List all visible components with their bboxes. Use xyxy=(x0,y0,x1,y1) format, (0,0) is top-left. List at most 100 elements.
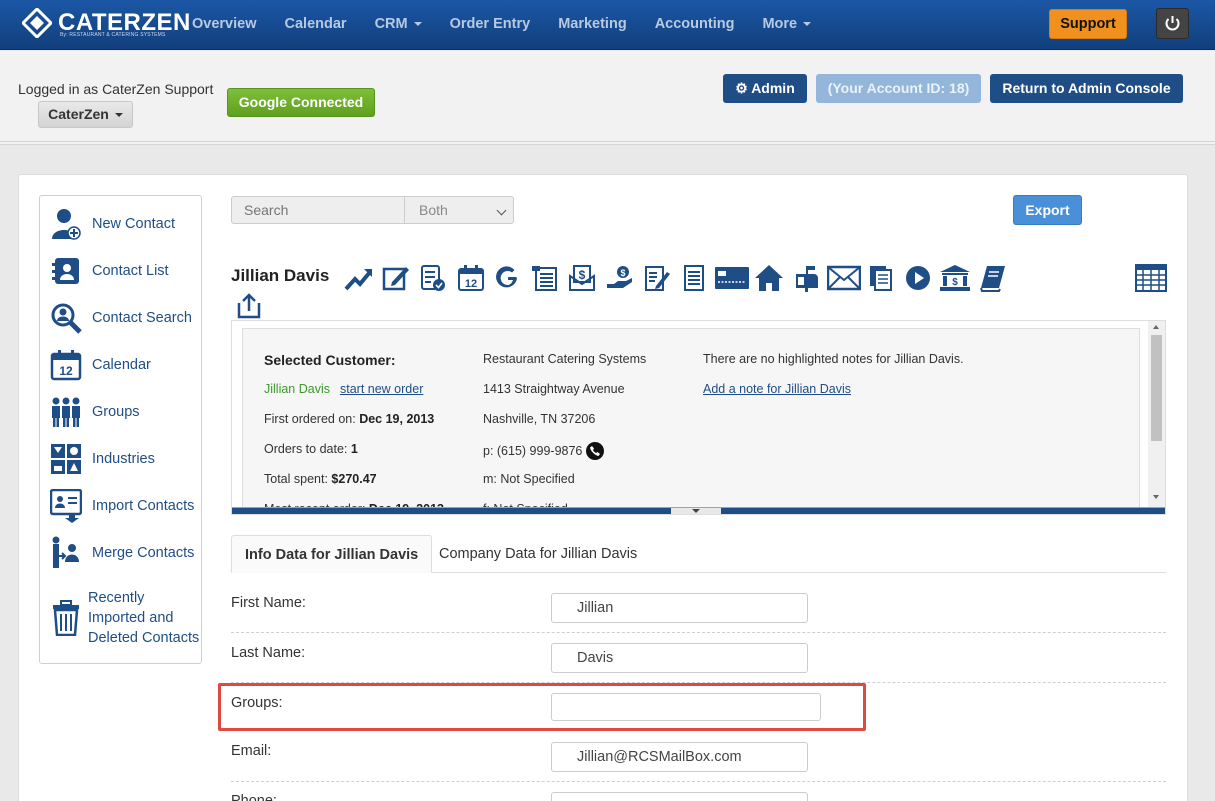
merge-icon xyxy=(50,536,82,570)
search-input[interactable] xyxy=(231,196,405,224)
nav-more[interactable]: More xyxy=(748,16,825,32)
svg-text:$: $ xyxy=(579,268,586,282)
checklist-icon[interactable] xyxy=(415,262,452,294)
email-field[interactable] xyxy=(551,742,808,772)
edit-icon[interactable] xyxy=(377,262,414,294)
trend-chart-icon[interactable] xyxy=(340,262,377,294)
sidebar-item-new-contact[interactable]: New Contact xyxy=(50,207,175,241)
sidebar-item-label: Calendar xyxy=(92,357,151,373)
admin-button[interactable]: ⚙ Admin xyxy=(723,74,807,103)
sidebar-item-contact-list[interactable]: Contact List xyxy=(50,254,169,288)
total-spent: Total spent: $270.47 xyxy=(264,472,377,486)
document-icon[interactable] xyxy=(676,262,713,294)
last-name-field[interactable] xyxy=(551,643,808,673)
company-name: Restaurant Catering Systems xyxy=(483,352,647,366)
search-scope-value: Both xyxy=(419,202,448,218)
expand-toggle[interactable] xyxy=(671,508,721,514)
start-new-order-link[interactable]: start new order xyxy=(340,382,423,396)
brand-name: CATERZEN xyxy=(58,9,191,36)
notes-edit-icon[interactable] xyxy=(638,262,675,294)
phone-call-icon[interactable] xyxy=(586,442,605,460)
dollar-envelope-icon[interactable]: $ xyxy=(564,262,601,294)
nav-crm[interactable]: CRM xyxy=(361,16,436,32)
nav-calendar[interactable]: Calendar xyxy=(271,16,361,32)
sidebar-item-label: Industries xyxy=(92,451,155,467)
envelope-icon[interactable] xyxy=(825,262,862,294)
sidebar-item-recently-imported-deleted[interactable]: Recently Imported and Deleted Contacts xyxy=(50,588,200,648)
export-button[interactable]: Export xyxy=(1013,195,1082,225)
sidebar-item-groups[interactable]: Groups xyxy=(50,395,140,429)
sidebar-item-label: Contact Search xyxy=(92,310,192,326)
last-name-label: Last Name: xyxy=(231,645,306,661)
nav-accounting[interactable]: Accounting xyxy=(641,16,749,32)
support-button[interactable]: Support xyxy=(1049,9,1127,39)
add-note-link[interactable]: Add a note for Jillian Davis xyxy=(703,382,851,396)
scrollbar-thumb[interactable] xyxy=(1151,335,1162,441)
gear-icon: ⚙ xyxy=(735,80,748,96)
customer-name-link[interactable]: Jillian Davis xyxy=(264,382,330,396)
groups-highlight-box xyxy=(218,683,866,731)
mobile-number: m: Not Specified xyxy=(483,472,575,486)
phone-row-form: Phone: xyxy=(231,782,1166,801)
person-search-icon xyxy=(50,301,82,335)
google-icon[interactable] xyxy=(489,262,526,294)
chevron-down-icon xyxy=(114,113,123,118)
svg-text:$: $ xyxy=(953,277,959,288)
contact-card-icon xyxy=(50,254,82,288)
logo-diamond-icon xyxy=(20,6,54,40)
highlighted-notes-text: There are no highlighted notes for Jilli… xyxy=(703,352,964,366)
customer-tabs: Info Data for Jillian Davis Company Data… xyxy=(231,535,1166,573)
sidebar-item-merge-contacts[interactable]: Merge Contacts xyxy=(50,536,194,570)
book-icon[interactable] xyxy=(974,262,1011,294)
account-dropdown-label: CaterZen xyxy=(48,106,109,122)
selected-customer-label: Selected Customer: xyxy=(264,352,396,368)
info-scrollbar[interactable] xyxy=(1148,321,1165,507)
google-connected-button[interactable]: Google Connected xyxy=(227,88,375,117)
caterzen-logo[interactable]: CATERZEN By: RESTAURANT & CATERING SYSTE… xyxy=(20,6,191,40)
account-dropdown-button[interactable]: CaterZen xyxy=(38,101,133,128)
first-name-field[interactable] xyxy=(551,593,808,623)
return-admin-console-button[interactable]: Return to Admin Console xyxy=(990,74,1183,103)
first-ordered-label: First ordered on: xyxy=(264,412,356,426)
sidebar-item-industries[interactable]: Industries xyxy=(50,442,155,476)
spreadsheet-icon[interactable] xyxy=(1135,264,1167,292)
home-icon[interactable] xyxy=(750,262,787,294)
sidebar-item-label: Import Contacts xyxy=(92,498,195,514)
scroll-up-arrow-icon[interactable] xyxy=(1153,325,1159,329)
address-line-1: 1413 Straightway Avenue xyxy=(483,382,625,396)
credit-card-icon[interactable] xyxy=(713,262,750,294)
sidebar-item-contact-search[interactable]: Contact Search xyxy=(50,301,192,335)
nav-marketing[interactable]: Marketing xyxy=(544,16,641,32)
bank-icon[interactable]: $ xyxy=(937,262,974,294)
search-scope-select[interactable]: Both xyxy=(404,196,514,224)
admin-label: Admin xyxy=(751,80,795,96)
industries-icon xyxy=(50,442,82,476)
nav-order-entry[interactable]: Order Entry xyxy=(436,16,545,32)
calendar-icon: 12 xyxy=(50,348,82,382)
nav-more-label: More xyxy=(762,16,798,32)
payment-hand-icon[interactable]: $ xyxy=(601,262,638,294)
customer-info-inner: Selected Customer: Jillian Davis start n… xyxy=(242,328,1140,514)
share-icon[interactable] xyxy=(235,291,263,319)
power-button[interactable] xyxy=(1156,8,1189,39)
nav-overview[interactable]: Overview xyxy=(178,16,271,32)
calendar-icon[interactable]: 12 xyxy=(452,262,489,294)
phone-number: p: (615) 999-9876 xyxy=(483,444,583,458)
invoice-list-icon[interactable] xyxy=(526,262,563,294)
orders-to-date: Orders to date: 1 xyxy=(264,442,358,456)
orders-label: Orders to date: xyxy=(264,442,348,456)
scroll-down-arrow-icon[interactable] xyxy=(1153,495,1159,499)
first-ordered: First ordered on: Dec 19, 2013 xyxy=(264,412,434,426)
sidebar-item-calendar[interactable]: 12 Calendar xyxy=(50,348,151,382)
phone-field[interactable] xyxy=(551,792,808,801)
mailbox-icon[interactable] xyxy=(788,262,825,294)
account-id-button[interactable]: (Your Account ID: 18) xyxy=(816,74,981,103)
documents-stack-icon[interactable] xyxy=(862,262,899,294)
sidebar-item-import-contacts[interactable]: Import Contacts xyxy=(50,489,194,523)
play-icon[interactable] xyxy=(899,262,936,294)
tab-info-data[interactable]: Info Data for Jillian Davis xyxy=(231,535,433,573)
tab-company-data[interactable]: Company Data for Jillian Davis xyxy=(426,535,650,573)
customer-name-title: Jillian Davis xyxy=(231,266,330,285)
svg-text:$: $ xyxy=(620,268,625,278)
chevron-down-icon xyxy=(496,205,507,216)
